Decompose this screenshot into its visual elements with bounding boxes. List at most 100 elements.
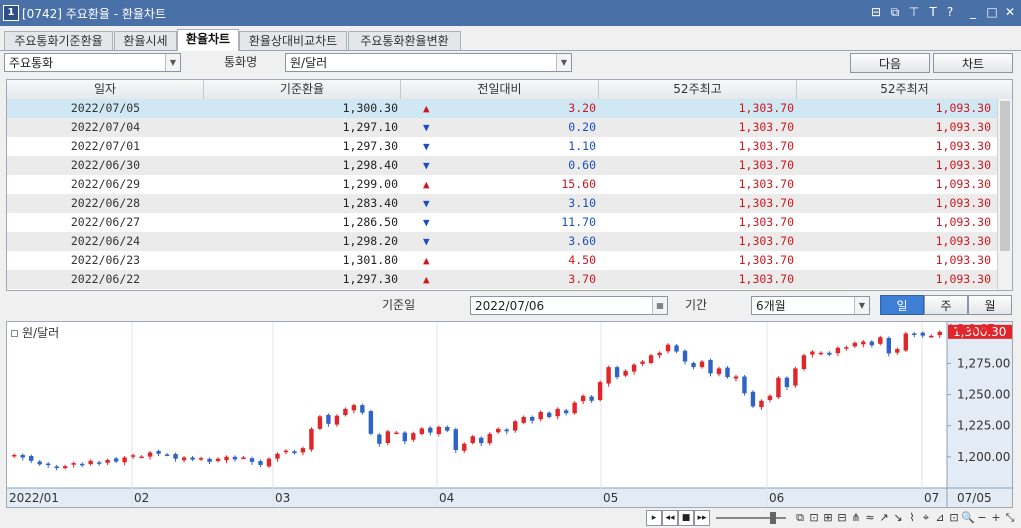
cell-change: ▼ 3.60 — [401, 232, 599, 251]
chart-toolbar: ▸ ◂◂ ■ ▸▸ ⧉ ⊡ ⊞ ⊟ ⋔ ≈ ↗ ↘ ⌇ ⌖ ⊿ ⊡ 🔍 − + ⤡ — [0, 508, 1021, 528]
chevron-down-icon[interactable]: ▼ — [556, 54, 571, 71]
minimize-button[interactable]: _ — [965, 4, 981, 20]
copy-window-icon[interactable]: ⧉ — [887, 4, 903, 20]
candle-body — [878, 337, 883, 344]
chart-control-row: 기준일 2022/07/06 ▦ 기간 6개월 ▼ 일 주 월 — [0, 294, 1021, 318]
cell-base-rate: 1,297.30 — [342, 139, 398, 153]
currency-select-value: 원/달러 — [290, 56, 328, 70]
tab-major-currency-base-rate[interactable]: 주요통화기준환율 — [4, 31, 113, 50]
candle-body — [351, 405, 357, 411]
rewind-icon[interactable]: ◂◂ — [662, 510, 678, 526]
window-id-badge[interactable]: 1 — [3, 5, 19, 21]
table-row[interactable]: 2022/07/01 1,297.30 ▼ 1.10 1,303.70 1,093.30 — [7, 137, 997, 156]
weekly-toggle[interactable]: 주 — [924, 295, 968, 315]
candle-body — [801, 355, 807, 370]
x-axis-panel — [7, 488, 1012, 507]
table-row[interactable]: 2022/07/04 1,297.10 ▼ 0.20 1,303.70 1,093.30 — [7, 118, 997, 137]
col-header-change[interactable]: 전일대비 — [401, 80, 599, 99]
cell-date: 2022/06/23 — [70, 253, 141, 267]
pin-icon[interactable]: ⊤ — [906, 4, 922, 20]
table-row[interactable]: 2022/06/28 1,283.40 ▼ 3.10 1,303.70 1,093.30 — [7, 194, 997, 213]
chevron-down-icon[interactable]: ▼ — [165, 54, 180, 71]
candle-body — [835, 347, 841, 354]
table-row[interactable]: 2022/06/24 1,298.20 ▼ 3.60 1,303.70 1,093.30 — [7, 232, 997, 251]
chart-canvas[interactable]: 2022/01 02 03 04 05 06 07 07/05 1,275.00 1,250.00… — [7, 322, 1012, 507]
cell-base-rate: 1,300.30 — [342, 101, 398, 115]
cell-date: 2022/06/22 — [70, 272, 141, 286]
chart-button[interactable]: 차트 — [933, 53, 1013, 73]
scrollbar-thumb[interactable] — [1000, 101, 1010, 251]
maximize-button[interactable]: □ — [984, 4, 1000, 20]
chevron-down-icon[interactable]: ▼ — [854, 297, 869, 314]
currency-select[interactable]: 원/달러 ▼ — [285, 53, 572, 72]
cell-52w-low: 1,093.30 — [935, 158, 991, 172]
candle-body — [665, 344, 671, 352]
next-button[interactable]: 다음 — [850, 53, 930, 73]
play-icon[interactable]: ▸ — [646, 510, 662, 526]
help-icon[interactable]: ? — [942, 4, 958, 20]
col-header-base-rate[interactable]: 기준환율 — [204, 80, 401, 99]
candle-body — [844, 347, 849, 349]
legend-marker-icon — [11, 330, 18, 337]
candle-body — [46, 463, 51, 466]
y-tick-label: 1,200.00 — [957, 450, 1010, 464]
candle-body — [580, 395, 586, 402]
link-window-icon[interactable]: ⊟ — [868, 4, 884, 20]
table-row[interactable]: 2022/06/27 1,286.50 ▼ 11.70 1,303.70 1,093.30 — [7, 213, 997, 232]
x-tick-label: 06 — [769, 491, 784, 505]
tab-fx-chart[interactable]: 환율차트 — [177, 29, 239, 51]
candle-body — [266, 458, 272, 467]
candle-body — [343, 408, 348, 415]
col-header-52w-high[interactable]: 52주최고 — [599, 80, 797, 99]
table-row[interactable]: 2022/06/22 1,297.30 ▲ 3.70 1,303.70 1,093.30 — [7, 270, 997, 289]
col-header-52w-low[interactable]: 52주최저 — [797, 80, 1012, 99]
candle-body — [563, 410, 569, 414]
candle-body — [419, 428, 425, 434]
candle-body — [88, 460, 93, 465]
tab-relative-comparison-chart[interactable]: 환율상대비교차트 — [239, 31, 347, 50]
candle-body — [750, 391, 756, 407]
candle-body — [173, 453, 178, 459]
x-tick-label: 07 — [924, 491, 939, 505]
candle-body — [96, 462, 102, 464]
currency-group-value: 주요통화 — [9, 56, 54, 70]
expand-icon[interactable]: ⤡ — [1002, 510, 1018, 526]
candle-body — [682, 350, 688, 362]
calendar-icon[interactable]: ▦ — [652, 297, 667, 314]
candle-body — [504, 429, 509, 432]
candle-body — [164, 454, 170, 456]
cell-base-rate: 1,297.30 — [342, 272, 398, 286]
candle-body — [784, 377, 790, 388]
candle-body — [368, 411, 374, 434]
candle-body — [12, 454, 17, 457]
fast-forward-icon[interactable]: ▸▸ — [694, 510, 710, 526]
cell-change: ▼ 3.10 — [401, 194, 599, 213]
table-scrollbar[interactable] — [997, 99, 1012, 290]
col-header-date[interactable]: 일자 — [7, 80, 204, 99]
table-row[interactable]: 2022/06/23 1,301.80 ▲ 4.50 1,303.70 1,093.30 — [7, 251, 997, 270]
close-button[interactable]: ✕ — [1002, 4, 1018, 20]
table-row[interactable]: 2022/06/30 1,298.40 ▼ 0.60 1,303.70 1,093.30 — [7, 156, 997, 175]
zoom-slider-handle[interactable] — [770, 512, 776, 524]
period-select[interactable]: 6개월 ▼ — [751, 296, 870, 315]
table-row[interactable]: 2022/07/05 1,300.30 ▲ 3.20 1,303.70 1,093.30 — [7, 99, 997, 118]
table-row[interactable]: 2022/06/29 1,299.00 ▲ 15.60 1,303.70 1,093.30 — [7, 175, 997, 194]
period-label: 기간 — [685, 298, 708, 312]
cell-base-rate: 1,298.20 — [342, 234, 398, 248]
candle-body — [742, 376, 747, 394]
candlestick-chart[interactable]: 2022/01 02 03 04 05 06 07 07/05 1,275.00 1,250.00… — [6, 321, 1013, 508]
cell-52w-low: 1,093.30 — [935, 215, 991, 229]
monthly-toggle[interactable]: 월 — [968, 295, 1012, 315]
candle-body — [725, 367, 730, 378]
font-size-icon[interactable]: T — [925, 4, 941, 20]
candle-body — [496, 428, 501, 433]
tab-fx-quotes[interactable]: 환율시세 — [114, 31, 177, 50]
currency-group-select[interactable]: 주요통화 ▼ — [4, 53, 181, 72]
tab-currency-conversion[interactable]: 주요통화환율변환 — [348, 31, 461, 50]
stop-icon[interactable]: ■ — [678, 510, 694, 526]
daily-toggle[interactable]: 일 — [880, 295, 924, 315]
cell-date: 2022/06/29 — [70, 177, 141, 191]
candle-body — [929, 335, 934, 338]
base-date-field[interactable]: 2022/07/06 ▦ — [470, 296, 668, 315]
chart-legend: 원/달러 — [11, 324, 59, 341]
